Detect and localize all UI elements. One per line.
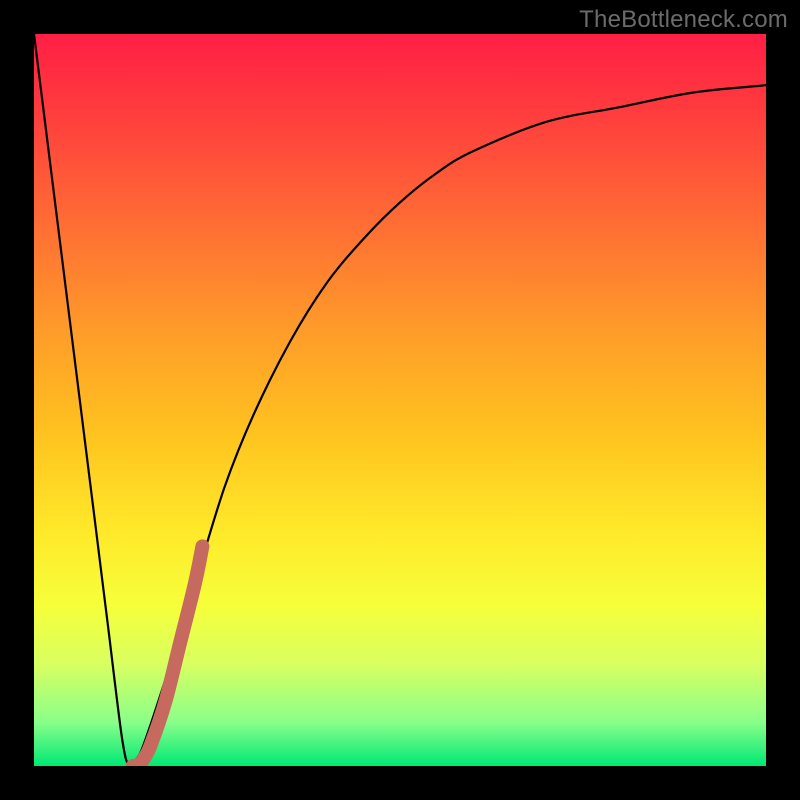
accent-segment: [133, 546, 203, 766]
curve-line: [34, 34, 766, 766]
watermark-text: TheBottleneck.com: [579, 6, 788, 34]
chart-frame: TheBottleneck.com: [0, 0, 800, 800]
plot-area: [34, 34, 766, 766]
chart-overlay: [34, 34, 766, 766]
